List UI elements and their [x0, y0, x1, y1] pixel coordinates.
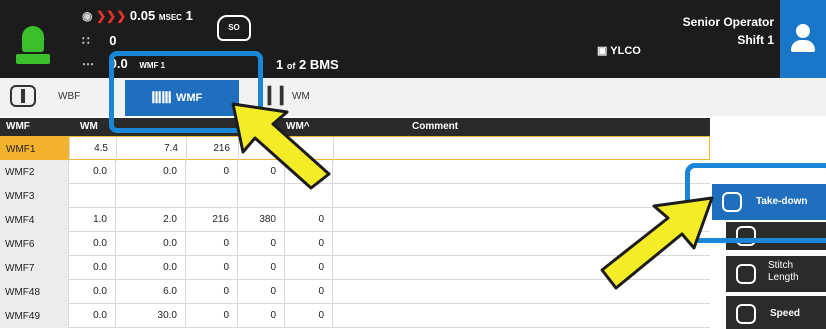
- row-name: WMF6: [5, 239, 35, 250]
- speed-readout: ◉ ❯❯❯ 0.05 MSEC 1: [82, 8, 193, 23]
- table-row[interactable]: WMF14.57.42163: [0, 136, 711, 161]
- speed-value: 0.05: [129, 8, 156, 23]
- shift-label: Shift 1: [737, 33, 774, 47]
- bms-indicator[interactable]: 1 of 2 BMS: [276, 57, 339, 72]
- speed-unit: MSEC: [158, 13, 182, 22]
- cell-v3[interactable]: 0: [185, 304, 237, 328]
- cell-v1[interactable]: 4.5: [69, 137, 116, 161]
- cell-v5[interactable]: 0: [284, 304, 332, 328]
- app-root: ◉ ❯❯❯ 0.05 MSEC 1 ∷ 0 ⋯ 0.0 WMF 1 SO 1 o…: [0, 0, 826, 329]
- user-icon: [796, 24, 810, 38]
- header-comment: Comment: [412, 121, 459, 132]
- cell-v4[interactable]: 0: [237, 304, 284, 328]
- cell-v3[interactable]: 0: [185, 256, 237, 280]
- cell-v5[interactable]: 0: [284, 280, 332, 304]
- row-name: WMF48: [5, 287, 40, 298]
- cell-v2[interactable]: 2.0: [115, 208, 185, 232]
- arrow-to-takedown-icon: [600, 196, 714, 290]
- cell-v3[interactable]: 0: [185, 280, 237, 304]
- cell-v2[interactable]: 0.0: [115, 160, 185, 184]
- so-icon[interactable]: SO: [217, 15, 251, 41]
- cell-v4[interactable]: 0: [237, 232, 284, 256]
- cell-v2[interactable]: 0.0: [115, 256, 185, 280]
- cell-v2[interactable]: 7.4: [116, 137, 186, 161]
- fast-forward-icon: ❯❯❯: [96, 9, 127, 23]
- bms-of: of: [286, 61, 296, 71]
- cell-v3[interactable]: 0: [185, 232, 237, 256]
- cell-v2[interactable]: 6.0: [115, 280, 185, 304]
- tab-wbf[interactable]: WBF: [0, 78, 120, 116]
- cell-v5[interactable]: 0: [284, 232, 332, 256]
- cell-v1[interactable]: [68, 184, 115, 208]
- bms-current: 1: [276, 57, 284, 72]
- cell-comment[interactable]: [333, 137, 711, 161]
- speed-icon: [736, 304, 756, 324]
- counter-readout: ∷ 0: [82, 33, 117, 48]
- cell-comment[interactable]: [332, 160, 710, 184]
- cell-v4[interactable]: 0: [237, 256, 284, 280]
- row-name: WMF1: [6, 144, 36, 155]
- cell-v1[interactable]: 0.0: [68, 280, 115, 304]
- row-name: WMF49: [5, 311, 40, 322]
- cell-v1[interactable]: 0.0: [68, 160, 115, 184]
- stitch-label: Stitch Length: [768, 260, 799, 284]
- stitch-icon: [736, 264, 756, 284]
- user-button[interactable]: [780, 0, 826, 78]
- cell-v1[interactable]: 0.0: [68, 304, 115, 328]
- row-name: WMF7: [5, 263, 35, 274]
- status-light-icon[interactable]: [10, 22, 56, 68]
- speed-count: 1: [185, 8, 193, 23]
- table-header: WMF WM WM^ Comment: [0, 118, 710, 136]
- table-row[interactable]: WMF2 0.0 0.0 0 0: [0, 160, 710, 184]
- ylco-label: YLCO: [610, 45, 641, 57]
- stitch-label-1: Stitch: [768, 260, 794, 271]
- header-wmf: WMF: [6, 121, 30, 132]
- machine-icon: ◉: [82, 9, 93, 23]
- cell-v4[interactable]: 380: [237, 208, 284, 232]
- cell-v5[interactable]: 0: [284, 256, 332, 280]
- cell-v2[interactable]: 0.0: [115, 232, 185, 256]
- cell-v5[interactable]: 0: [284, 208, 332, 232]
- row-name: WMF4: [5, 215, 35, 226]
- table-row[interactable]: WMF49 0.0 30.0 0 0 0: [0, 304, 710, 328]
- cell-v2[interactable]: [115, 184, 185, 208]
- yarn-icon: ∷: [82, 34, 90, 48]
- wbf-icon: [10, 85, 36, 107]
- row-name: WMF2: [5, 167, 35, 178]
- cell-comment[interactable]: [332, 304, 710, 328]
- header-wm: WM: [80, 121, 98, 132]
- cell-v3[interactable]: 216: [185, 208, 237, 232]
- arrow-to-tab-icon: [231, 102, 331, 190]
- stitch-label-2: Length: [768, 272, 799, 283]
- bms-label: BMS: [309, 57, 339, 72]
- cell-v4[interactable]: 0: [237, 280, 284, 304]
- counter-value: 0: [109, 33, 117, 48]
- cell-v2[interactable]: 30.0: [115, 304, 185, 328]
- cell-v1[interactable]: 1.0: [68, 208, 115, 232]
- operator-info: Senior Operator Shift 1: [683, 13, 774, 49]
- machine-small-icon: ▣: [597, 45, 608, 57]
- so-label: SO: [228, 23, 240, 32]
- operator-role: Senior Operator: [682, 15, 774, 29]
- speed-button[interactable]: Speed: [726, 296, 826, 329]
- tab-wbf-label: WBF: [58, 91, 81, 102]
- cell-v1[interactable]: 0.0: [68, 232, 115, 256]
- stitch-length-button[interactable]: Stitch Length: [726, 256, 826, 292]
- row-name: WMF3: [5, 191, 35, 202]
- speed-label: Speed: [770, 308, 801, 319]
- ylco-indicator[interactable]: ▣ YLCO: [597, 44, 641, 57]
- pin-icon: ⋯: [82, 57, 94, 71]
- cell-v1[interactable]: 0.0: [68, 256, 115, 280]
- bms-total: 2: [298, 57, 307, 72]
